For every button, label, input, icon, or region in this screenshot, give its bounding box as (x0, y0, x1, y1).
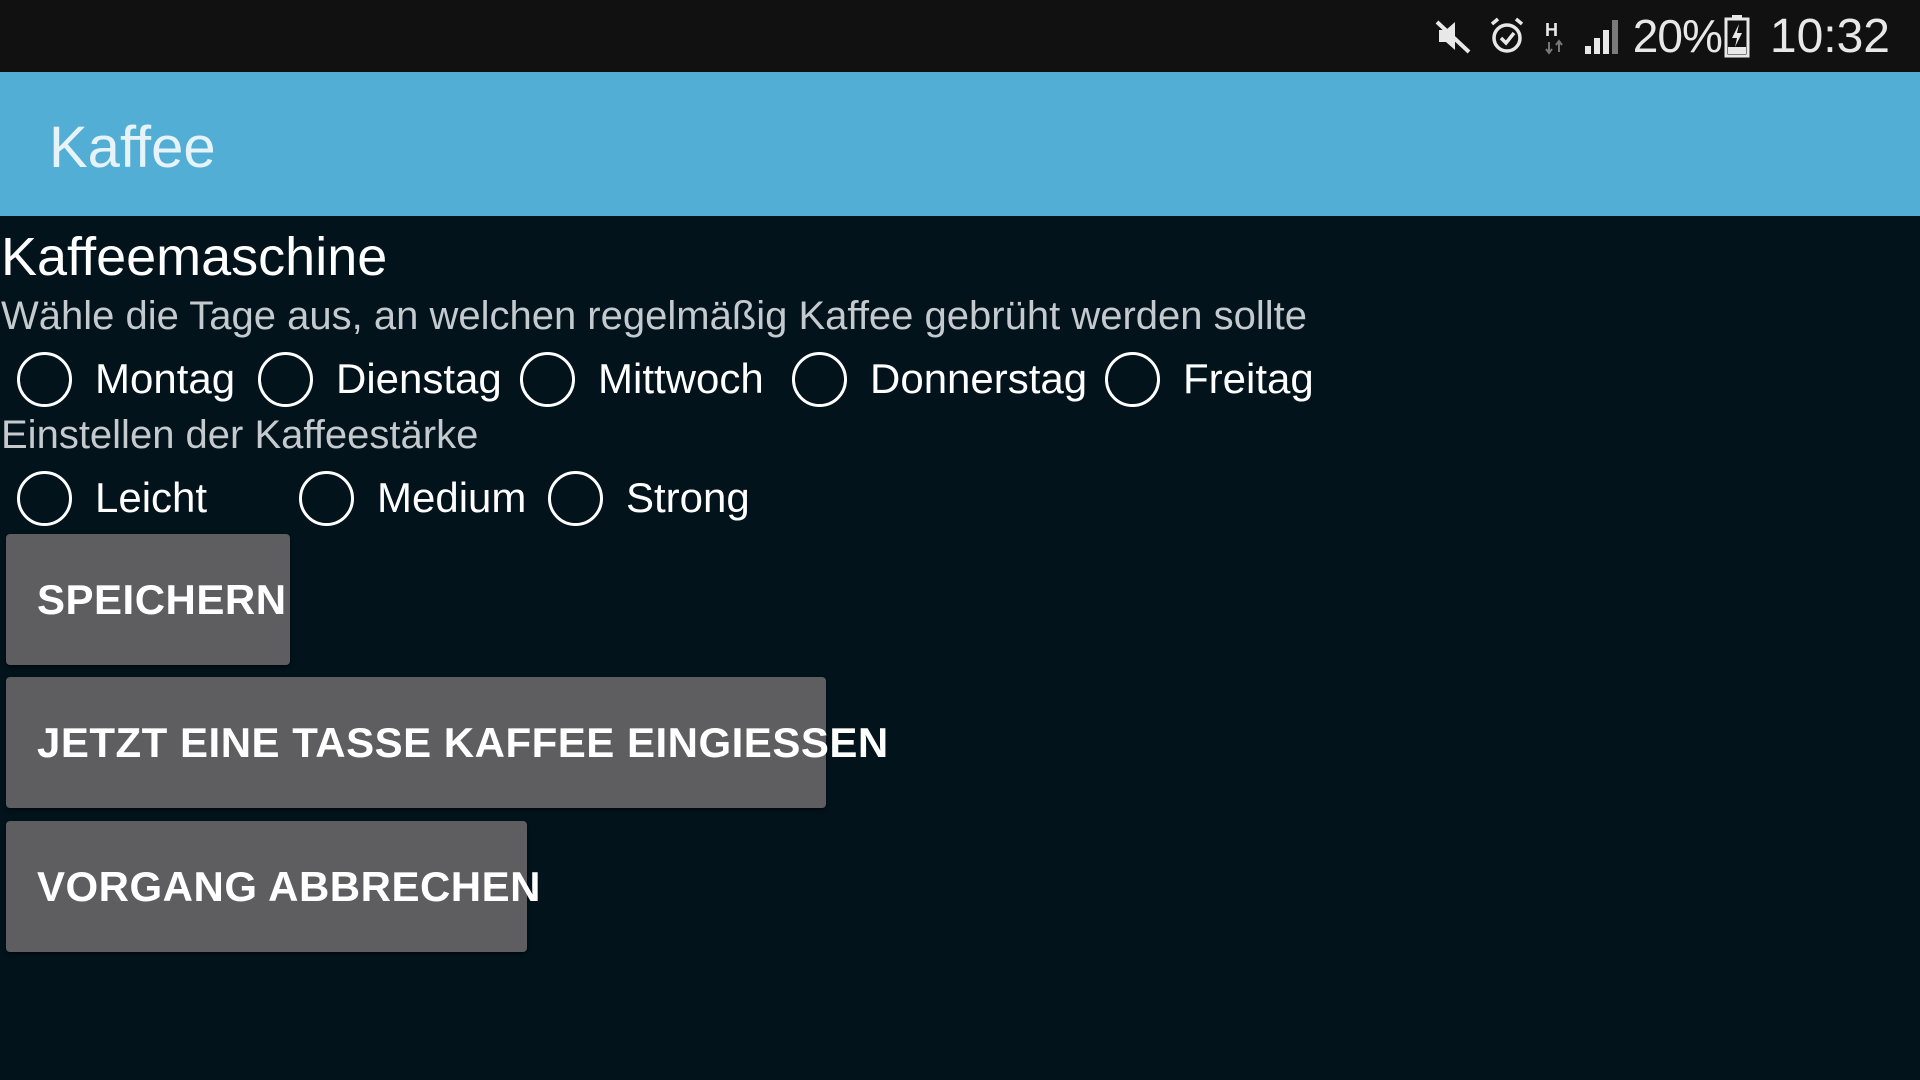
mute-icon (1433, 16, 1473, 56)
radio-day-dienstag[interactable]: Dienstag (258, 347, 502, 411)
radio-circle[interactable] (792, 351, 847, 407)
radio-circle[interactable] (258, 351, 313, 407)
battery-icon (1724, 14, 1750, 58)
page-heading: Kaffeemaschine (1, 227, 388, 287)
radio-day-montag[interactable]: Montag (17, 347, 235, 411)
days-prompt: Wähle die Tage aus, an welchen regelmäßi… (1, 294, 1307, 338)
pour-coffee-button[interactable]: JETZT EINE TASSE KAFFEE EINGIESSEN (6, 677, 888, 808)
radio-label: Dienstag (336, 355, 502, 402)
radio-circle[interactable] (548, 470, 603, 526)
radio-circle[interactable] (520, 351, 575, 407)
radio-label: Strong (626, 474, 750, 521)
radio-strength-strong[interactable]: Strong (548, 466, 750, 530)
radio-label: Medium (377, 474, 527, 521)
strength-prompt: Einstellen der Kaffeestärke (1, 413, 479, 457)
radio-circle[interactable] (299, 470, 354, 526)
radio-circle[interactable] (1105, 351, 1160, 407)
app-bar: Kaffee (0, 72, 1920, 216)
battery-percentage: 20% (1632, 10, 1723, 62)
status-bar: H 20% 10:32 (0, 0, 1920, 72)
radio-label: Donnerstag (870, 355, 1088, 402)
radio-label: Freitag (1183, 355, 1314, 402)
radio-day-mittwoch[interactable]: Mittwoch (520, 347, 764, 411)
radio-label: Mittwoch (598, 355, 764, 402)
radio-circle[interactable] (17, 470, 72, 526)
radio-circle[interactable] (17, 351, 72, 407)
radio-day-freitag[interactable]: Freitag (1105, 347, 1314, 411)
svg-text:H: H (1545, 20, 1558, 40)
app-title: Kaffee (49, 115, 216, 180)
radio-day-donnerstag[interactable]: Donnerstag (792, 347, 1087, 411)
clock: 10:32 (1769, 9, 1890, 63)
radio-strength-medium[interactable]: Medium (299, 466, 526, 530)
network-h-icon: H (1541, 16, 1569, 56)
radio-strength-leicht[interactable]: Leicht (17, 466, 207, 530)
cancel-button[interactable]: VORGANG ABBRECHEN (6, 821, 540, 952)
alarm-icon (1487, 16, 1527, 56)
signal-icon (1583, 16, 1623, 56)
radio-label: Leicht (95, 474, 208, 521)
save-button[interactable]: SPEICHERN (6, 534, 290, 665)
radio-label: Montag (95, 355, 236, 402)
